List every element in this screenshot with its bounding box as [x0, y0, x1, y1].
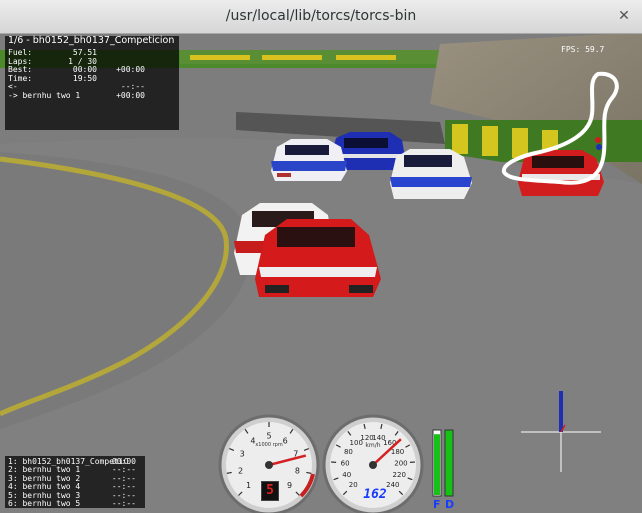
- game-window: /usr/local/lib/torcs/torcs-bin ✕ 1 2 3 4…: [0, 0, 642, 513]
- tick-label: 1: [246, 481, 251, 490]
- car-red-front: [255, 219, 381, 297]
- fps-counter: FPS: 59.7: [561, 45, 605, 54]
- window-title: /usr/local/lib/torcs/torcs-bin: [225, 8, 417, 24]
- row-diff: +00:00: [116, 91, 145, 100]
- car-white-blue-left: [271, 139, 347, 181]
- damage-bar: [444, 429, 454, 497]
- fuel-label: F: [433, 498, 441, 511]
- car-white-blue-right: [390, 149, 472, 199]
- row-value: 19:50: [72, 73, 97, 83]
- standing-gap: --:--: [111, 499, 136, 508]
- tick-label: 60: [341, 459, 350, 467]
- title-bar[interactable]: /usr/local/lib/torcs/torcs-bin ✕: [0, 0, 642, 34]
- race-info-panel: 1/6 - bh0152_bh0137_Competicion Fuel: 57…: [5, 36, 179, 130]
- tick-label: 8: [295, 466, 300, 475]
- tick-label: 6: [283, 437, 288, 446]
- tick-label: 40: [342, 471, 351, 479]
- race-header: 1/6 - bh0152_bh0137_Competicion: [8, 35, 175, 46]
- row-diff: +00:00: [116, 65, 145, 75]
- tick-label: 20: [349, 481, 358, 489]
- tick-label: 80: [344, 448, 353, 456]
- tick-label: 3: [240, 450, 245, 459]
- damage-label: D: [445, 498, 455, 511]
- digital-speed: 162: [363, 487, 387, 502]
- close-icon[interactable]: ✕: [615, 7, 633, 25]
- game-viewport[interactable]: 123456789 x1000 rpm 20 40 60 80 100 120 140 160…: [0, 34, 642, 513]
- horizon-barrier: [180, 50, 440, 64]
- rpm-unit: x1000 rpm: [255, 442, 283, 448]
- fuel-bar: [432, 429, 442, 497]
- row-label: -> bernhu two 1: [8, 91, 81, 100]
- tick-label: 2: [238, 466, 243, 475]
- tick-label: 5: [266, 432, 271, 441]
- tick-label: 180: [391, 448, 404, 456]
- fuel-fill: [434, 434, 440, 495]
- tick-label: 200: [394, 459, 407, 467]
- tick-label: 220: [393, 471, 406, 479]
- standing-row: 6: bernhu two 5 --:--: [8, 499, 142, 509]
- car-red-right: [518, 150, 604, 196]
- speed-unit: km/h: [365, 442, 380, 449]
- tick-label: 9: [287, 481, 292, 490]
- standings-panel: 1: bh0152_bh0137_CompetiC 00:00 2: bernhu…: [5, 456, 145, 508]
- standing-name: 6: bernhu two 5: [8, 499, 81, 508]
- gear-indicator: 5: [261, 481, 279, 501]
